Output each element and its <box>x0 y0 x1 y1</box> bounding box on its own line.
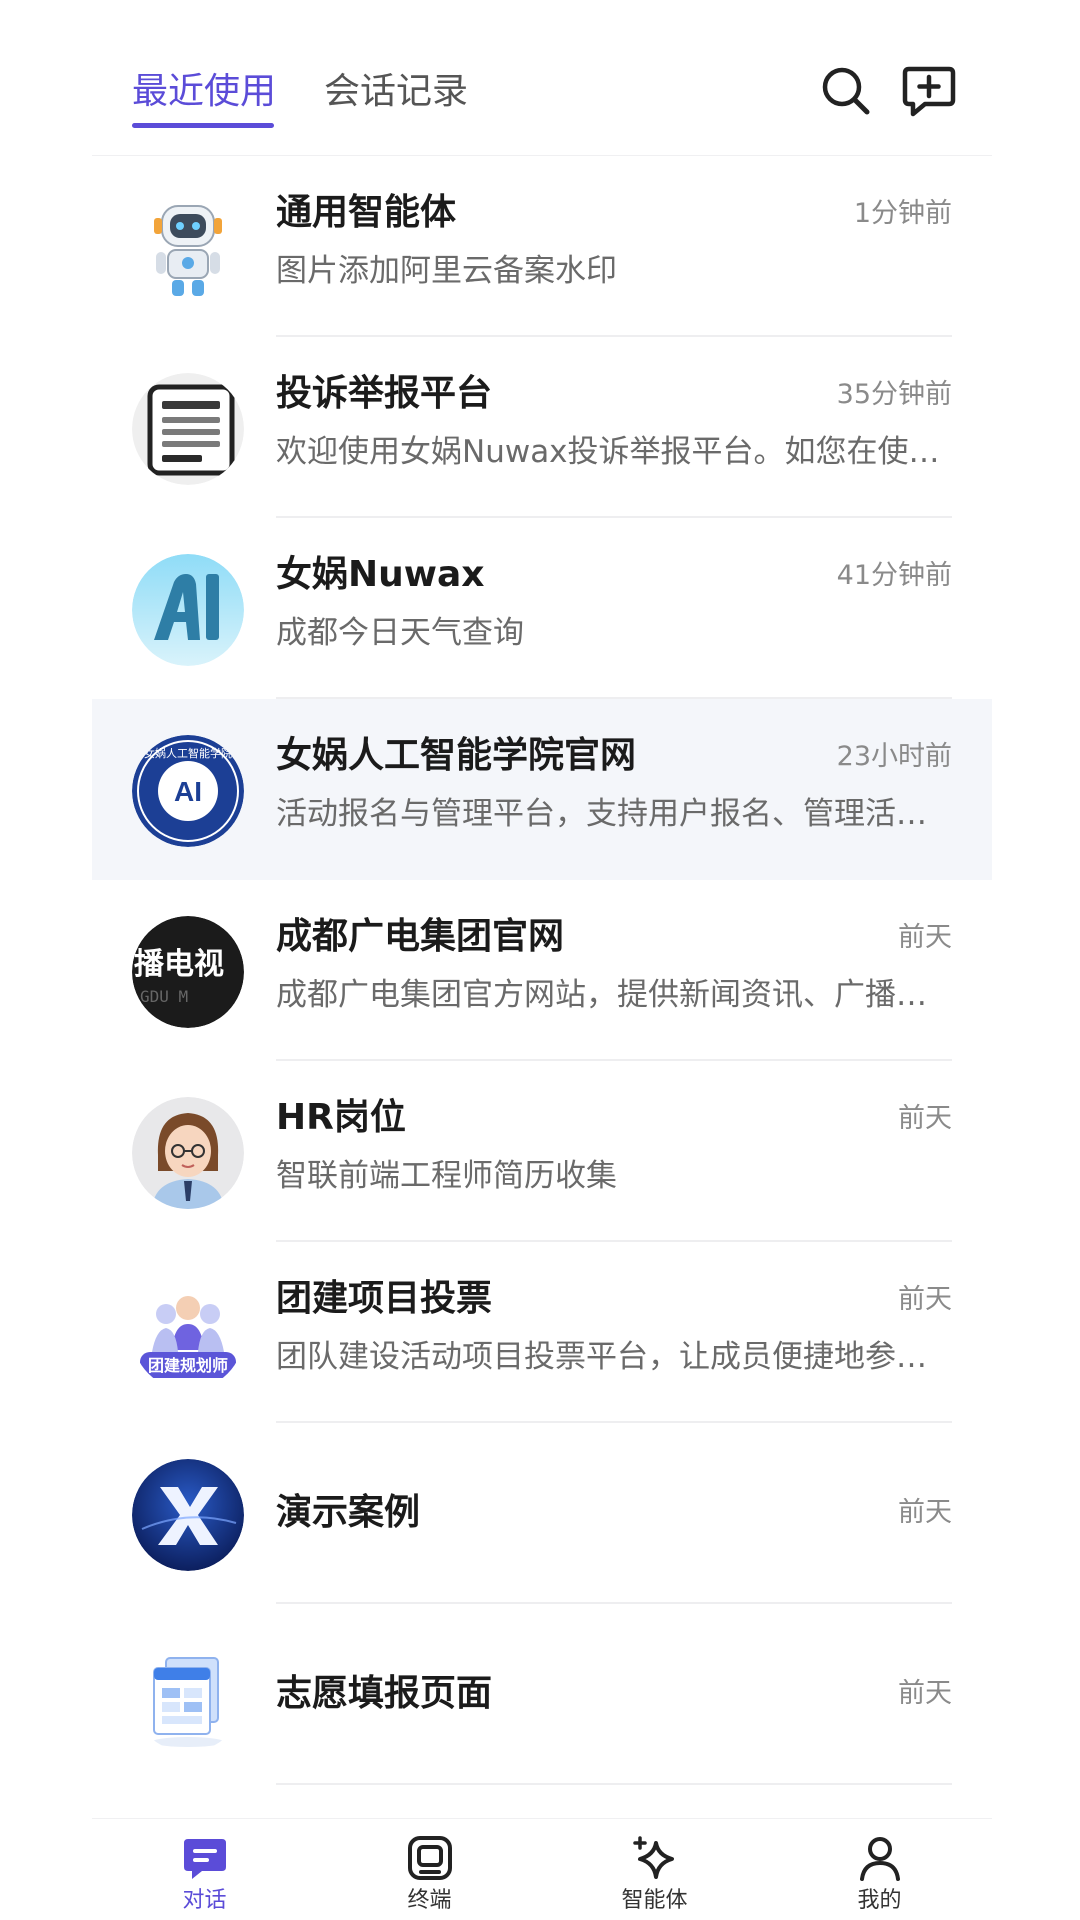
svg-text:播电视: 播电视 <box>134 947 224 982</box>
conversation-item[interactable]: 通用智能体 1分钟前 图片添加阿里云备案水印 <box>92 156 992 337</box>
tab-recent[interactable]: 最近使用 <box>132 68 276 116</box>
document-avatar <box>132 373 244 485</box>
nav-label: 智能体 <box>621 1888 688 1913</box>
nav-label: 终端 <box>407 1888 452 1913</box>
chat-icon <box>182 1835 228 1881</box>
nav-label: 对话 <box>182 1888 227 1913</box>
nav-profile[interactable]: 我的 <box>767 1819 992 1920</box>
new-chat-icon[interactable] <box>900 62 958 120</box>
conversation-title: 女娲人工智能学院官网 <box>276 735 637 776</box>
nav-terminal[interactable]: 终端 <box>317 1819 542 1920</box>
x-logo-avatar <box>132 1459 244 1571</box>
hr-person-avatar <box>132 1097 244 1209</box>
conversation-item[interactable]: 播电视 GDU M 成都广电集团官网 前天 成都广电集团官方网站，提供新闻资讯、… <box>92 880 992 1061</box>
sparkle-icon <box>632 1835 678 1881</box>
svg-text:团建规划师: 团建规划师 <box>148 1356 228 1375</box>
conversation-title: HR岗位 <box>276 1097 406 1138</box>
conversation-time: 前天 <box>898 922 952 953</box>
svg-text:GDU M: GDU M <box>140 987 188 1006</box>
conversation-preview: 团队建设活动项目投票平台，让成员便捷地参与投票 <box>276 1339 952 1375</box>
conversation-list: 通用智能体 1分钟前 图片添加阿里云备案水印 投诉举报平台 35分钟前 欢迎使用… <box>92 156 992 1785</box>
ai-logo-avatar <box>132 554 244 666</box>
conversation-title: 团建项目投票 <box>276 1278 493 1319</box>
conversation-item[interactable]: 投诉举报平台 35分钟前 欢迎使用女娲Nuwax投诉举报平台。如您在使用过程中遇… <box>92 337 992 518</box>
conversation-preview: 成都今日天气查询 <box>276 615 524 651</box>
conversation-item[interactable]: AI 女娲人工智能学院 女娲人工智能学院官网 23小时前 活动报名与管理平台，支… <box>92 699 992 880</box>
bottom-nav: 对话 终端 智能体 我的 <box>92 1818 992 1920</box>
nav-label: 我的 <box>857 1888 902 1913</box>
conversation-item[interactable]: 团建规划师 团建项目投票 前天 团队建设活动项目投票平台，让成员便捷地参与投票 <box>92 1242 992 1423</box>
form-pages-avatar <box>132 1640 244 1752</box>
conversation-title: 志愿填报页面 <box>276 1673 493 1714</box>
conversation-title: 投诉举报平台 <box>276 373 493 414</box>
conversation-preview: 欢迎使用女娲Nuwax投诉举报平台。如您在使用过程中遇到问题 <box>276 434 952 470</box>
conversation-time: 1分钟前 <box>853 198 952 229</box>
conversation-item[interactable]: HR岗位 前天 智联前端工程师简历收集 <box>92 1061 992 1242</box>
conversation-preview: 图片添加阿里云备案水印 <box>276 253 617 289</box>
active-tab-indicator <box>132 123 274 128</box>
conversation-time: 前天 <box>898 1284 952 1315</box>
team-planner-avatar: 团建规划师 <box>132 1278 244 1390</box>
tab-history[interactable]: 会话记录 <box>324 68 468 116</box>
conversation-title: 通用智能体 <box>276 192 457 233</box>
conversation-time: 前天 <box>898 1103 952 1134</box>
conversation-time: 35分钟前 <box>836 379 952 410</box>
conversation-time: 23小时前 <box>836 741 952 772</box>
conversation-item[interactable]: 女娲Nuwax 41分钟前 成都今日天气查询 <box>92 518 992 699</box>
robot-avatar <box>132 192 244 304</box>
user-icon <box>857 1835 903 1881</box>
conversation-title: 演示案例 <box>276 1492 421 1533</box>
svg-text:女娲人工智能学院: 女娲人工智能学院 <box>144 746 232 760</box>
conversation-time: 41分钟前 <box>836 560 952 591</box>
conversation-preview: 活动报名与管理平台，支持用户报名、管理活动信息 <box>276 796 952 832</box>
conversation-title: 成都广电集团官网 <box>276 916 565 957</box>
search-icon[interactable] <box>817 62 875 120</box>
top-header: 最近使用 会话记录 <box>92 0 992 156</box>
conversation-item[interactable]: 志愿填报页面 前天 <box>92 1604 992 1785</box>
broadcast-avatar: 播电视 GDU M <box>132 916 244 1028</box>
svg-text:AI: AI <box>174 776 202 807</box>
divider <box>276 1783 952 1785</box>
conversation-item[interactable]: 演示案例 前天 <box>92 1423 992 1604</box>
terminal-icon <box>407 1835 453 1881</box>
nav-chat[interactable]: 对话 <box>92 1819 317 1920</box>
conversation-time: 前天 <box>898 1678 952 1709</box>
nav-agents[interactable]: 智能体 <box>542 1819 767 1920</box>
conversation-time: 前天 <box>898 1497 952 1528</box>
school-seal-avatar: AI 女娲人工智能学院 <box>132 735 244 847</box>
conversation-title: 女娲Nuwax <box>276 554 485 595</box>
conversation-preview: 智联前端工程师简历收集 <box>276 1158 617 1194</box>
conversation-preview: 成都广电集团官方网站，提供新闻资讯、广播电视节目 <box>276 977 952 1013</box>
